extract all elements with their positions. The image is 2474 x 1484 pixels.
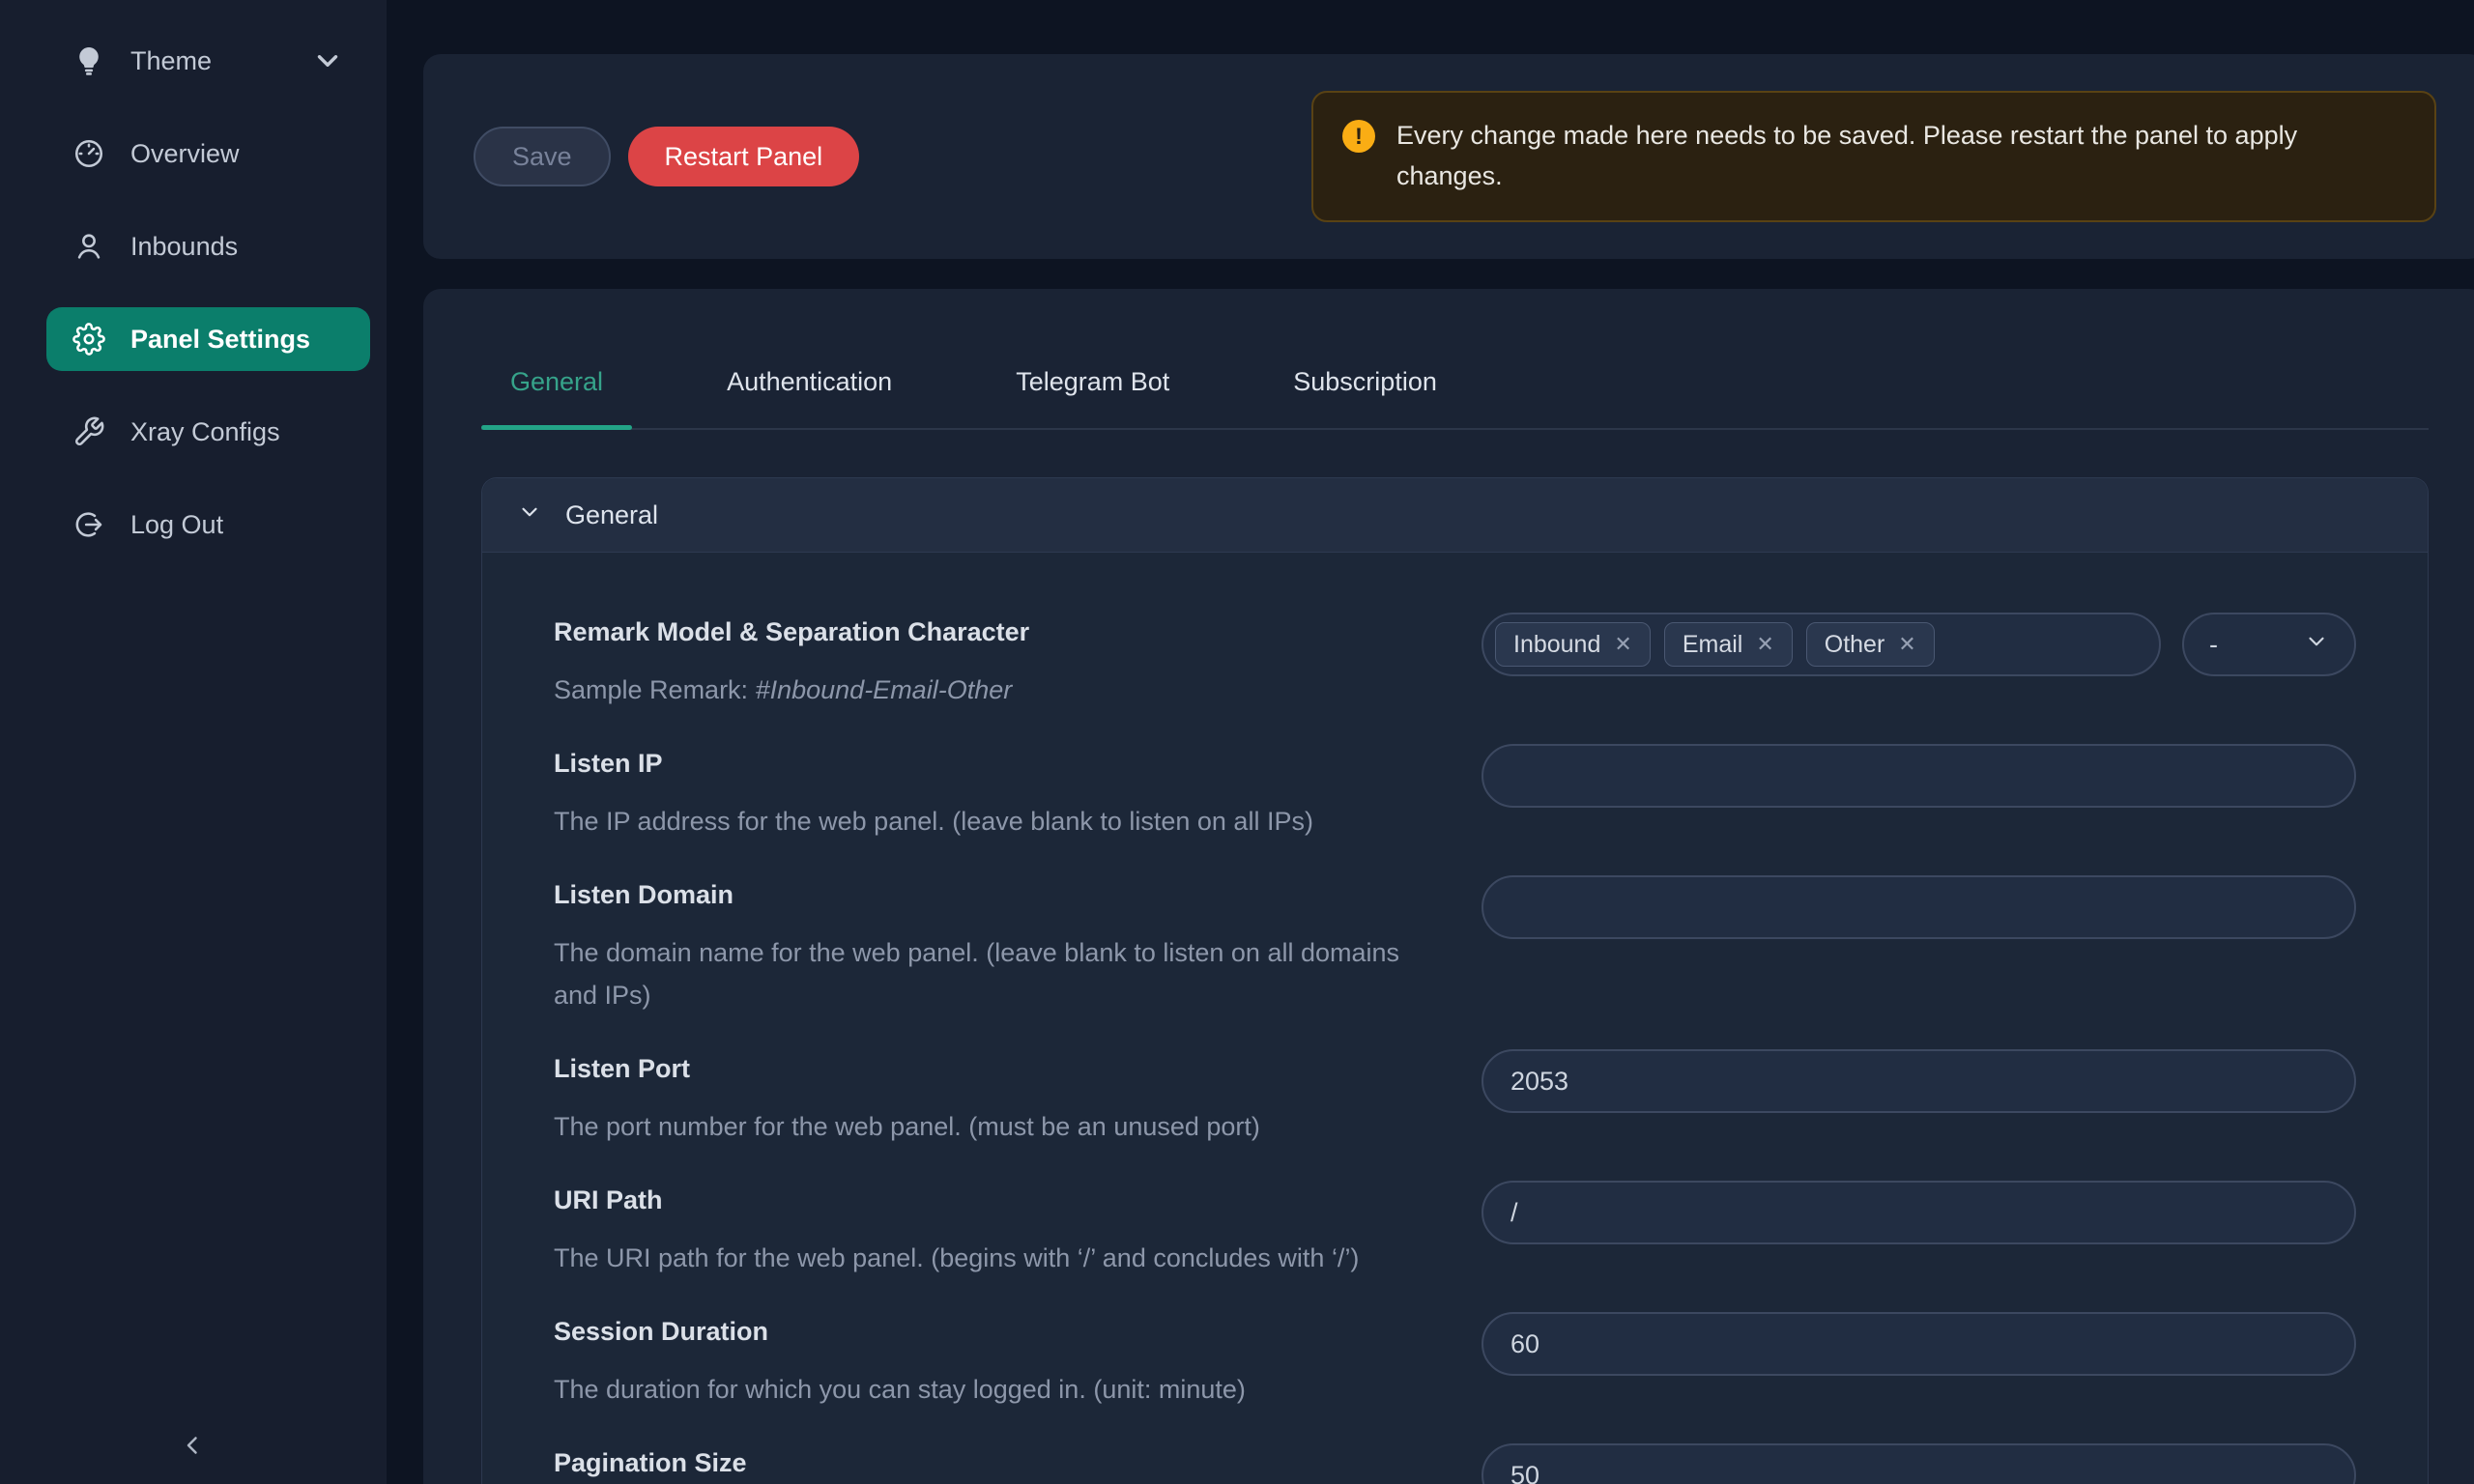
listen-port-desc: The port number for the web panel. (must… (554, 1105, 1443, 1148)
tag-remove-icon[interactable]: ✕ (1614, 632, 1631, 657)
gear-icon (72, 323, 105, 356)
restart-panel-button[interactable]: Restart Panel (628, 127, 860, 186)
listen-ip-desc: The IP address for the web panel. (leave… (554, 800, 1443, 842)
listen-ip-input[interactable] (1482, 744, 2356, 808)
tag-inbound: Inbound ✕ (1495, 622, 1651, 667)
tab-authentication[interactable]: Authentication (698, 362, 921, 428)
listen-domain-input[interactable] (1482, 875, 2356, 939)
sidebar-item-log-out[interactable]: Log Out (46, 493, 370, 556)
pagination-size-input[interactable] (1482, 1443, 2356, 1484)
main-content: Save Restart Panel ! Every change made h… (387, 0, 2474, 1484)
tag-label: Inbound (1513, 631, 1600, 659)
listen-port-label: Listen Port (554, 1049, 1482, 1088)
separator-select-value: - (2209, 630, 2218, 660)
wrench-icon (72, 415, 105, 448)
sidebar-item-overview[interactable]: Overview (46, 122, 370, 186)
form-row-uri-path: URI Path The URI path for the web panel.… (554, 1181, 2356, 1279)
uri-path-desc: The URI path for the web panel. (begins … (554, 1237, 1443, 1279)
general-section-header[interactable]: General (482, 478, 2428, 553)
sidebar-collapse-button[interactable] (0, 1431, 387, 1463)
listen-domain-desc: The domain name for the web panel. (leav… (554, 931, 1443, 1016)
tag-remove-icon[interactable]: ✕ (1898, 632, 1915, 657)
warning-alert: ! Every change made here needs to be sav… (1311, 91, 2436, 222)
app-root: Theme Overview Inbounds Panel Settings (0, 0, 2474, 1484)
tag-label: Email (1683, 631, 1743, 659)
sidebar-item-label: Inbounds (130, 232, 238, 262)
tag-label: Other (1825, 631, 1885, 659)
uri-path-input[interactable] (1482, 1181, 2356, 1244)
user-icon (72, 230, 105, 263)
remark-model-label: Remark Model & Separation Character (554, 613, 1482, 651)
sidebar-item-inbounds[interactable]: Inbounds (46, 214, 370, 278)
chevron-down-icon (517, 499, 542, 531)
form-row-session-duration: Session Duration The duration for which … (554, 1312, 2356, 1411)
form-row-listen-port: Listen Port The port number for the web … (554, 1049, 2356, 1148)
sample-remark-prefix: Sample Remark: (554, 675, 756, 704)
sidebar-item-panel-settings[interactable]: Panel Settings (46, 307, 370, 371)
lightbulb-icon (72, 44, 105, 77)
form-row-remark-model: Remark Model & Separation Character Samp… (554, 613, 2356, 711)
save-button[interactable]: Save (474, 127, 611, 186)
sidebar: Theme Overview Inbounds Panel Settings (0, 0, 387, 1484)
tab-subscription[interactable]: Subscription (1264, 362, 1466, 428)
warning-icon: ! (1342, 120, 1375, 153)
logout-icon (72, 508, 105, 541)
sample-remark-value: #Inbound-Email-Other (756, 675, 1013, 704)
dashboard-gauge-icon (72, 137, 105, 170)
toolbar-card: Save Restart Panel ! Every change made h… (423, 54, 2474, 259)
section-title: General (565, 500, 658, 530)
session-duration-label: Session Duration (554, 1312, 1482, 1351)
toolbar-buttons: Save Restart Panel (474, 127, 859, 186)
listen-ip-label: Listen IP (554, 744, 1482, 783)
tab-general[interactable]: General (481, 362, 632, 428)
form-row-listen-ip: Listen IP The IP address for the web pan… (554, 744, 2356, 842)
tab-telegram-bot[interactable]: Telegram Bot (987, 362, 1198, 428)
tag-email: Email ✕ (1664, 622, 1793, 667)
listen-port-input[interactable] (1482, 1049, 2356, 1113)
general-section: General Remark Model & Separation Charac… (481, 477, 2429, 1484)
listen-domain-label: Listen Domain (554, 875, 1482, 914)
session-duration-desc: The duration for which you can stay logg… (554, 1368, 1443, 1411)
remark-model-desc: Sample Remark: #Inbound-Email-Other (554, 669, 1443, 711)
chevron-down-icon (311, 44, 344, 77)
sidebar-item-label: Panel Settings (130, 325, 310, 355)
chevron-left-icon (179, 1431, 208, 1463)
sidebar-item-label: Log Out (130, 510, 223, 540)
tabs-bar: General Authentication Telegram Bot Subs… (481, 289, 2429, 430)
tag-remove-icon[interactable]: ✕ (1756, 632, 1773, 657)
form-row-listen-domain: Listen Domain The domain name for the we… (554, 875, 2356, 1016)
alert-text: Every change made here needs to be saved… (1396, 116, 2405, 197)
sidebar-item-label: Overview (130, 139, 240, 169)
pagination-size-label: Pagination Size (554, 1443, 1482, 1482)
chevron-down-icon (2304, 629, 2329, 661)
form-row-pagination-size: Pagination Size (554, 1443, 2356, 1484)
remark-model-multiselect[interactable]: Inbound ✕ Email ✕ Other ✕ (1482, 613, 2161, 676)
tag-other: Other ✕ (1806, 622, 1935, 667)
sidebar-item-theme[interactable]: Theme (46, 29, 370, 93)
uri-path-label: URI Path (554, 1181, 1482, 1219)
sidebar-item-xray-configs[interactable]: Xray Configs (46, 400, 370, 464)
section-body: Remark Model & Separation Character Samp… (482, 553, 2428, 1484)
settings-card: General Authentication Telegram Bot Subs… (423, 289, 2474, 1484)
sidebar-item-label: Xray Configs (130, 417, 280, 447)
sidebar-item-label: Theme (130, 46, 212, 76)
separator-select[interactable]: - (2182, 613, 2356, 676)
session-duration-input[interactable] (1482, 1312, 2356, 1376)
